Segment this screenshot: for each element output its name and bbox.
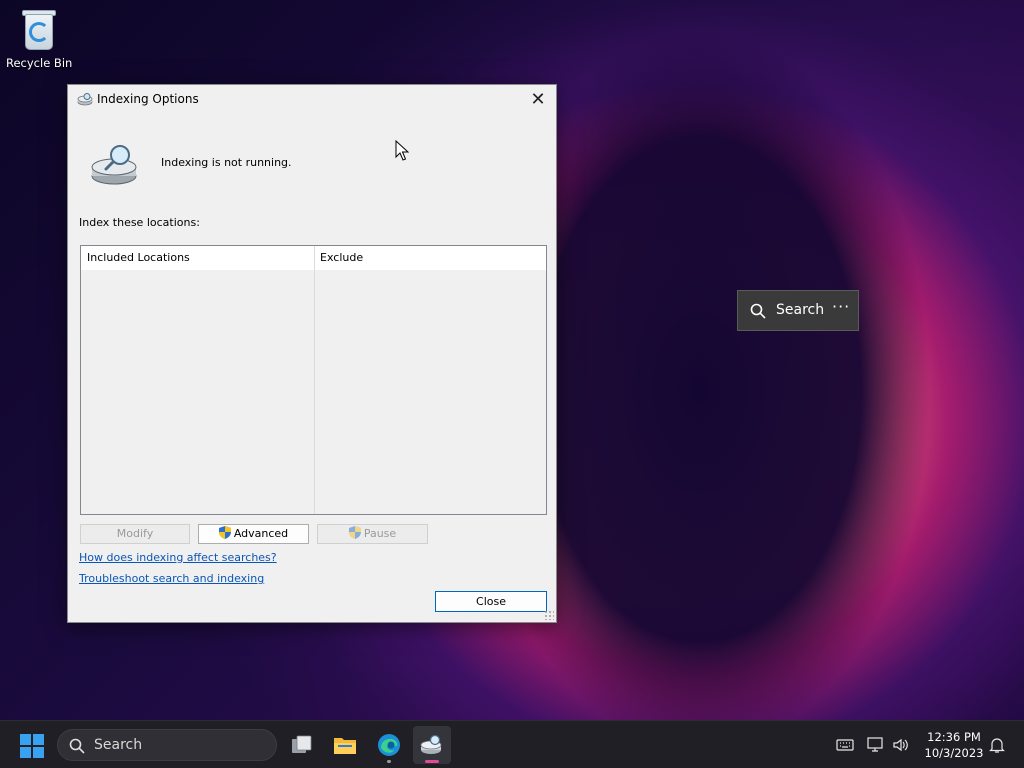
taskbar-search-box[interactable]: Search — [57, 729, 277, 761]
locations-list[interactable]: Included Locations Exclude — [80, 245, 547, 515]
network-icon[interactable] — [867, 736, 885, 754]
taskbar-search-placeholder: Search — [94, 737, 143, 753]
pause-button[interactable]: Pause — [317, 524, 428, 544]
uac-shield-icon — [348, 526, 361, 539]
indexing-options-taskbar-button[interactable] — [413, 726, 451, 764]
clock-time: 12:36 PM — [927, 730, 981, 744]
advanced-button-label: Advanced — [233, 527, 289, 540]
system-clock[interactable]: 12:36 PM 10/3/2023 — [920, 729, 988, 761]
recycle-bin-icon — [20, 8, 58, 52]
clock-date: 10/3/2023 — [924, 746, 984, 760]
indexing-options-icon — [77, 93, 93, 106]
edge-browser-button[interactable] — [370, 726, 408, 764]
volume-icon[interactable] — [892, 736, 910, 754]
task-view-icon — [292, 735, 312, 753]
resize-grip[interactable] — [544, 610, 554, 620]
close-button[interactable]: Close — [435, 591, 547, 612]
task-view-button[interactable] — [282, 726, 320, 764]
indexing-options-dialog: Indexing Options ✕ Indexing is not runni… — [67, 84, 557, 623]
column-header-exclude[interactable]: Exclude — [314, 246, 546, 270]
close-icon[interactable]: ✕ — [526, 89, 550, 111]
pause-button-label: Pause — [363, 527, 397, 540]
column-divider — [314, 246, 315, 514]
dialog-title: Indexing Options — [97, 92, 199, 106]
indexing-options-icon — [420, 734, 442, 754]
desktop-icon-recycle-bin[interactable]: Recycle Bin — [6, 8, 72, 70]
index-locations-label: Index these locations: — [79, 216, 200, 229]
troubleshoot-link[interactable]: Troubleshoot search and indexing — [79, 572, 264, 585]
keyboard-icon[interactable] — [836, 736, 854, 754]
notification-bell-icon[interactable] — [988, 736, 1006, 754]
more-options-icon[interactable]: ··· — [832, 297, 850, 316]
uac-shield-icon — [218, 526, 231, 539]
indexing-status: Indexing is not running. — [161, 156, 292, 169]
modify-button[interactable]: Modify — [80, 524, 190, 544]
mouse-cursor-icon — [395, 140, 409, 161]
search-widget[interactable]: Search ··· — [737, 290, 859, 331]
search-icon — [69, 738, 85, 754]
drive-magnifier-icon — [91, 145, 137, 185]
dialog-titlebar[interactable]: Indexing Options ✕ — [68, 85, 556, 115]
start-button[interactable] — [20, 734, 44, 758]
folder-icon — [334, 738, 356, 754]
search-widget-label: Search — [776, 302, 825, 318]
file-explorer-button[interactable] — [326, 726, 364, 764]
search-icon — [750, 303, 766, 319]
how-indexing-affects-link[interactable]: How does indexing affect searches? — [79, 551, 277, 564]
edge-icon — [378, 734, 400, 756]
desktop-icon-label: Recycle Bin — [6, 56, 73, 70]
column-header-included[interactable]: Included Locations — [81, 246, 314, 270]
advanced-button[interactable]: Advanced — [198, 524, 309, 544]
taskbar: Search 12:36 PM 10/3/2023 — [0, 720, 1024, 768]
